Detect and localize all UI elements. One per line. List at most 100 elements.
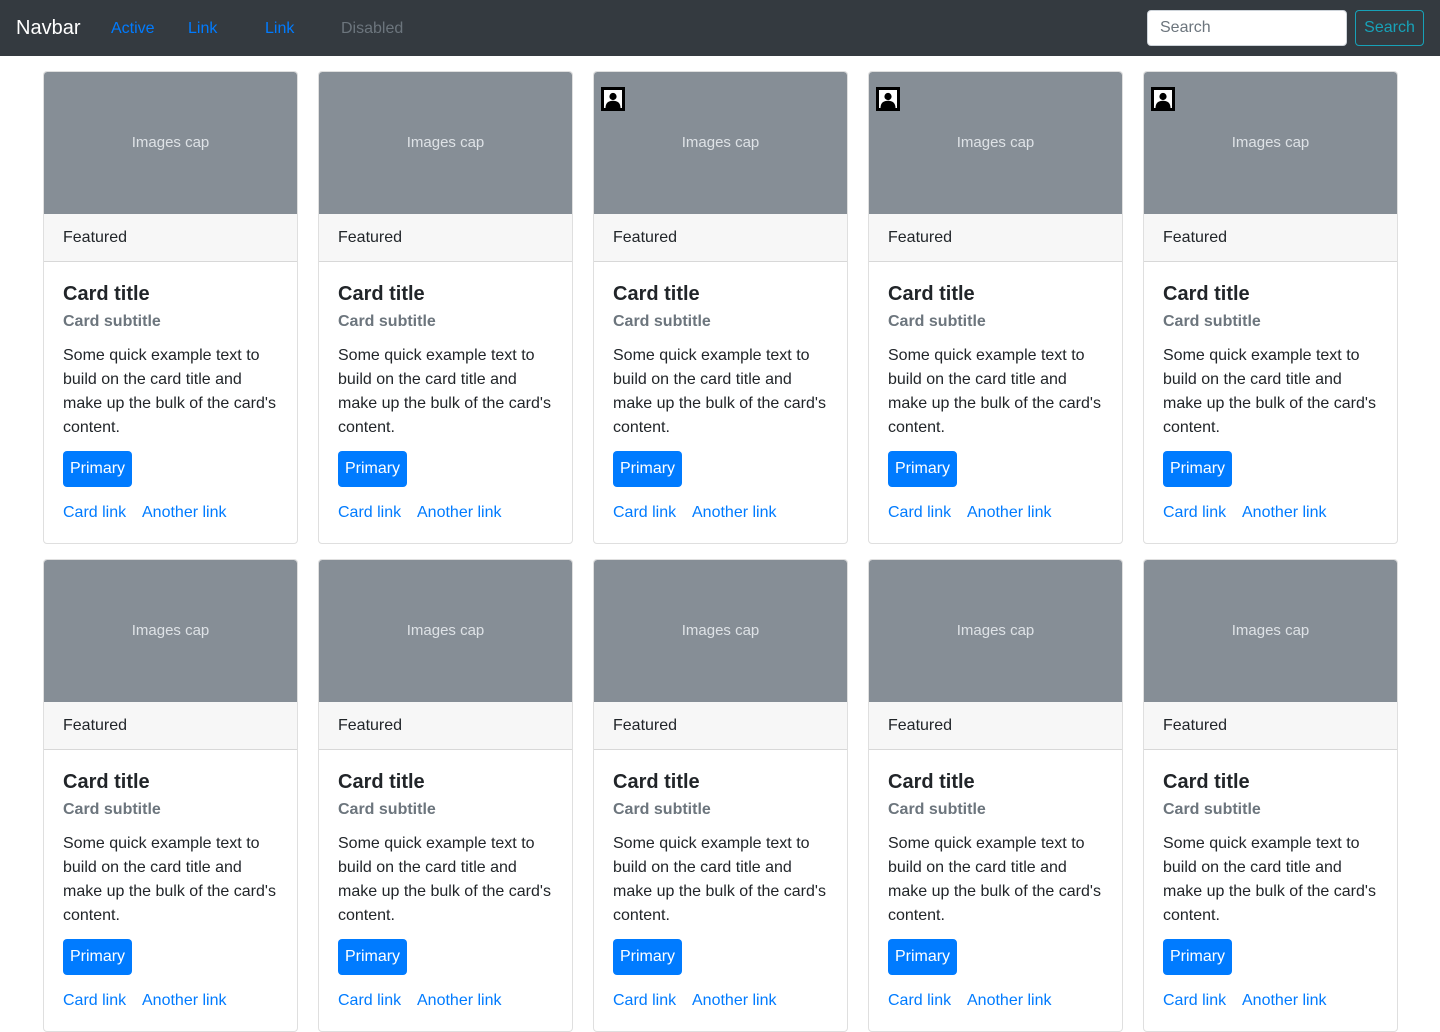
card-subtitle: Card subtitle [888, 801, 986, 818]
card-image-label: Images cap [1231, 622, 1310, 639]
card-header: Featured [594, 214, 847, 262]
search-input[interactable] [1147, 10, 1347, 46]
card-subtitle: Card subtitle [63, 801, 161, 818]
card-header: Featured [594, 702, 847, 750]
card-text: Some quick example text to build on the … [888, 347, 1101, 436]
primary-button[interactable]: Primary [1163, 451, 1232, 487]
card-text: Some quick example text to build on the … [888, 835, 1101, 924]
card-link[interactable]: Card link [338, 990, 401, 1012]
card-subtitle: Card subtitle [613, 313, 711, 330]
card-image-cap: Images cap [869, 560, 1122, 702]
navbar: Navbar Active Link Link Disabled Search [0, 0, 1440, 56]
card-subtitle: Card subtitle [338, 313, 436, 330]
portrait-icon [1151, 87, 1175, 111]
another-link[interactable]: Another link [692, 990, 777, 1012]
card-link[interactable]: Card link [613, 990, 676, 1012]
card-9: Images cap Featured Card title Card subt… [868, 559, 1123, 1032]
card-link[interactable]: Card link [63, 990, 126, 1012]
card-link[interactable]: Card link [1163, 502, 1226, 524]
card-image-cap: Images cap [594, 560, 847, 702]
card-header: Featured [319, 702, 572, 750]
card-image-cap: Images cap [44, 560, 297, 702]
card-text: Some quick example text to build on the … [63, 835, 276, 924]
primary-button[interactable]: Primary [888, 939, 957, 975]
another-link[interactable]: Another link [142, 502, 227, 524]
portrait-icon [876, 87, 900, 111]
card-header: Featured [869, 702, 1122, 750]
primary-button[interactable]: Primary [338, 451, 407, 487]
card-link[interactable]: Card link [1163, 990, 1226, 1012]
another-link[interactable]: Another link [1242, 502, 1327, 524]
card-link[interactable]: Card link [338, 502, 401, 524]
card-image-cap: Images cap [319, 72, 572, 214]
primary-button[interactable]: Primary [613, 451, 682, 487]
card-image-cap: Images cap [594, 72, 847, 214]
card-title: Card title [338, 771, 425, 793]
card-subtitle: Card subtitle [63, 313, 161, 330]
card-text: Some quick example text to build on the … [338, 835, 551, 924]
another-link[interactable]: Another link [417, 502, 502, 524]
card-text: Some quick example text to build on the … [63, 347, 276, 436]
card-5: Images cap Featured Card title Card subt… [1143, 71, 1398, 544]
card-title: Card title [1163, 283, 1250, 305]
primary-button[interactable]: Primary [613, 939, 682, 975]
card-title: Card title [613, 283, 700, 305]
card-image-cap: Images cap [1144, 560, 1397, 702]
nav-link-2[interactable]: Link [265, 19, 294, 39]
card-title: Card title [338, 283, 425, 305]
card-subtitle: Card subtitle [888, 313, 986, 330]
card-subtitle: Card subtitle [1163, 313, 1261, 330]
card-image-cap: Images cap [869, 72, 1122, 214]
card-image-label: Images cap [131, 622, 210, 639]
another-link[interactable]: Another link [967, 990, 1052, 1012]
card-subtitle: Card subtitle [338, 801, 436, 818]
card-image-label: Images cap [1231, 134, 1310, 151]
nav-link-active[interactable]: Active [111, 19, 155, 39]
primary-button[interactable]: Primary [888, 451, 957, 487]
another-link[interactable]: Another link [967, 502, 1052, 524]
card-text: Some quick example text to build on the … [338, 347, 551, 436]
card-title: Card title [63, 283, 150, 305]
card-text: Some quick example text to build on the … [1163, 347, 1376, 436]
card-image-label: Images cap [956, 622, 1035, 639]
card-image-label: Images cap [131, 134, 210, 151]
primary-button[interactable]: Primary [63, 451, 132, 487]
card-text: Some quick example text to build on the … [1163, 835, 1376, 924]
primary-button[interactable]: Primary [1163, 939, 1232, 975]
card-title: Card title [888, 283, 975, 305]
card-8: Images cap Featured Card title Card subt… [593, 559, 848, 1032]
card-10: Images cap Featured Card title Card subt… [1143, 559, 1398, 1032]
another-link[interactable]: Another link [417, 990, 502, 1012]
card-image-label: Images cap [406, 622, 485, 639]
card-link[interactable]: Card link [888, 990, 951, 1012]
primary-button[interactable]: Primary [63, 939, 132, 975]
card-link[interactable]: Card link [888, 502, 951, 524]
card-image-label: Images cap [406, 134, 485, 151]
card-title: Card title [1163, 771, 1250, 793]
card-header: Featured [319, 214, 572, 262]
nav-link-1[interactable]: Link [188, 19, 217, 39]
another-link[interactable]: Another link [1242, 990, 1327, 1012]
card-header: Featured [44, 214, 297, 262]
card-header: Featured [44, 702, 297, 750]
card-6: Images cap Featured Card title Card subt… [43, 559, 298, 1032]
card-7: Images cap Featured Card title Card subt… [318, 559, 573, 1032]
card-text: Some quick example text to build on the … [613, 835, 826, 924]
search-button[interactable]: Search [1355, 10, 1424, 46]
nav-link-disabled: Disabled [341, 20, 404, 37]
card-text: Some quick example text to build on the … [613, 347, 826, 436]
another-link[interactable]: Another link [142, 990, 227, 1012]
card-subtitle: Card subtitle [1163, 801, 1261, 818]
portrait-icon [601, 87, 625, 111]
card-link[interactable]: Card link [63, 502, 126, 524]
another-link[interactable]: Another link [692, 502, 777, 524]
navbar-brand[interactable]: Navbar [16, 15, 80, 41]
card-image-label: Images cap [681, 134, 760, 151]
card-link[interactable]: Card link [613, 502, 676, 524]
primary-button[interactable]: Primary [338, 939, 407, 975]
card-image-label: Images cap [956, 134, 1035, 151]
card-title: Card title [613, 771, 700, 793]
card-image-label: Images cap [681, 622, 760, 639]
card-4: Images cap Featured Card title Card subt… [868, 71, 1123, 544]
card-2: Images cap Featured Card title Card subt… [318, 71, 573, 544]
